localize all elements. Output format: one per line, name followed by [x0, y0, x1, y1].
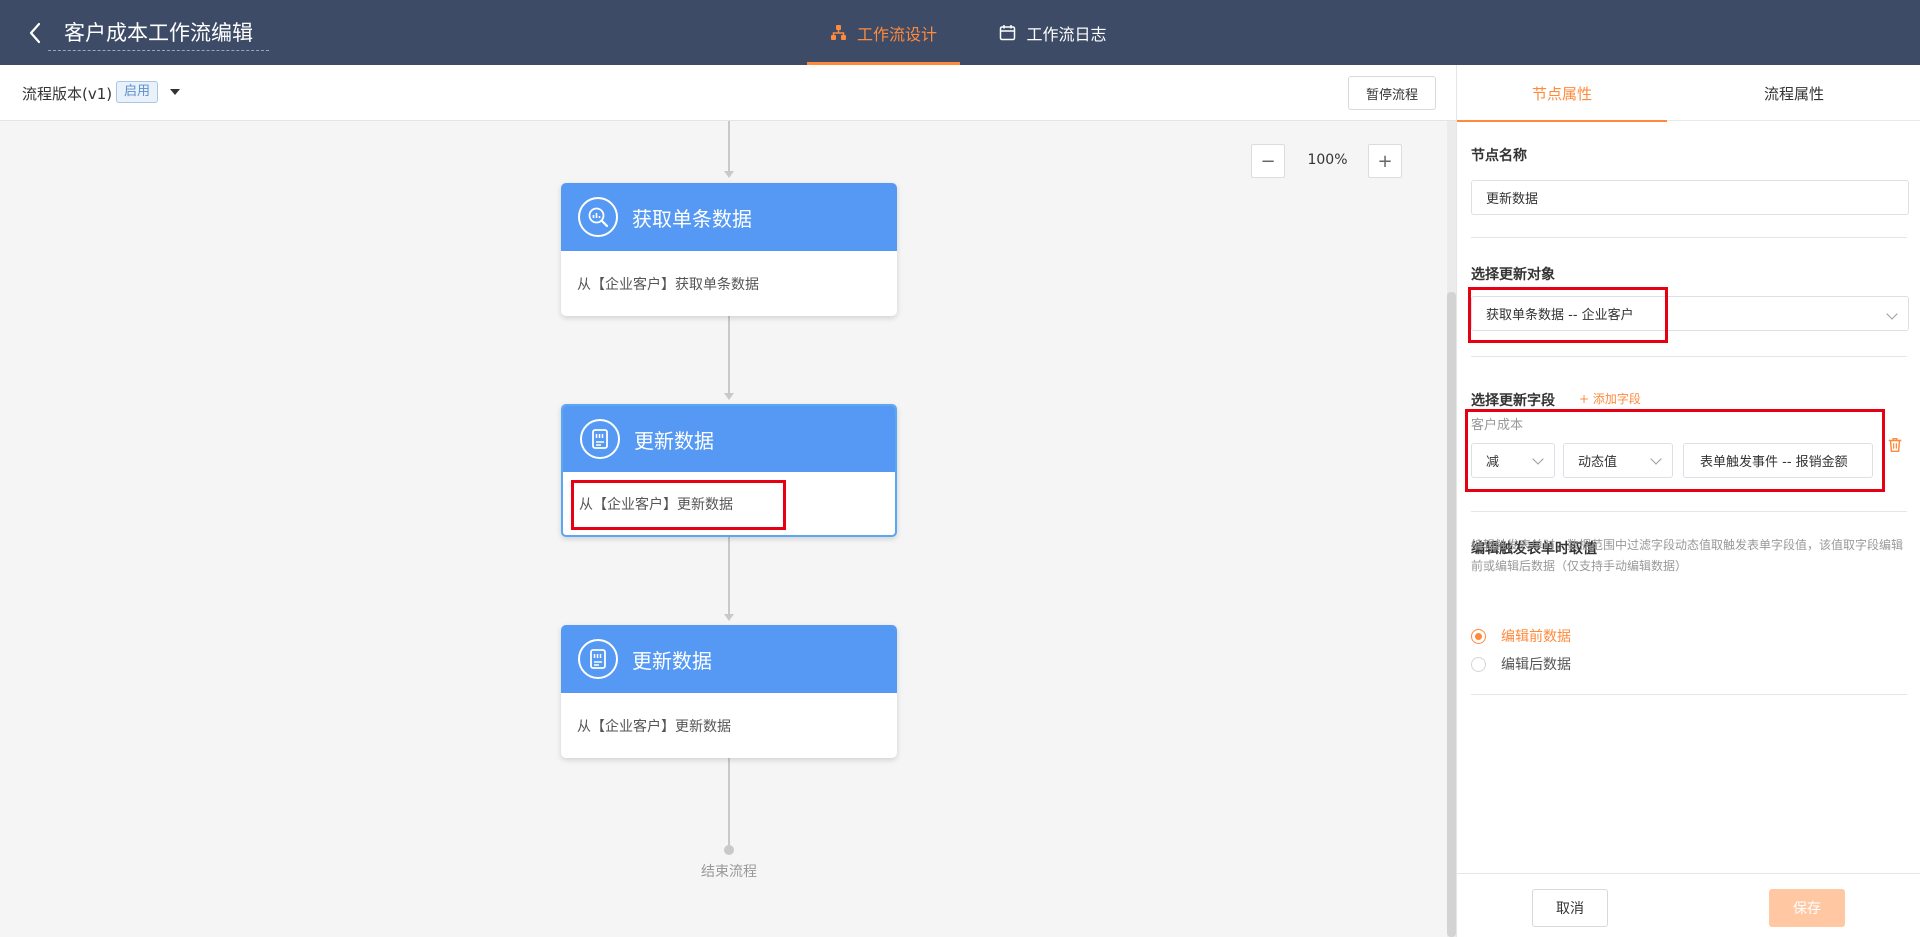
radio-before-edit[interactable]: 编辑前数据: [1471, 626, 1571, 646]
operator-value: 减: [1486, 455, 1500, 470]
edit-trigger-description: 编辑触发表单时，数据范围中过滤字段动态值取触发表单字段值，该值取字段编辑前或编辑…: [1471, 538, 1904, 573]
divider: [1471, 237, 1907, 238]
connector-line: [728, 121, 730, 173]
divider: [1471, 694, 1907, 695]
node-header: 获取单条数据: [561, 183, 897, 251]
node-header: 更新数据: [561, 625, 897, 693]
arrow-down-icon: [724, 171, 734, 178]
back-button[interactable]: [22, 18, 48, 48]
arrow-down-icon: [724, 614, 734, 621]
version-toolbar: 流程版本(v1) 启用 暂停流程: [0, 65, 1456, 121]
radio-after-edit-label: 编辑后数据: [1501, 657, 1571, 673]
zoom-out-button[interactable]: −: [1251, 144, 1285, 178]
chevron-down-icon: [1532, 453, 1544, 465]
node-title: 获取单条数据: [632, 206, 752, 231]
value-type-value: 动态值: [1578, 455, 1618, 470]
workflow-node-update-2[interactable]: 更新数据 从【企业客户】更新数据: [561, 625, 897, 758]
divider: [1471, 511, 1907, 512]
node-description: 从【企业客户】更新数据: [579, 496, 733, 513]
tab-node-properties[interactable]: 节点属性: [1457, 65, 1667, 122]
tab-flow-properties[interactable]: 流程属性: [1667, 65, 1920, 121]
connector-line: [728, 316, 730, 395]
radio-unchecked-icon: [1471, 656, 1486, 672]
version-label: 流程版本(v1): [22, 85, 113, 103]
workflow-node-get-single[interactable]: 获取单条数据 从【企业客户】获取单条数据: [561, 183, 897, 316]
tab-workflow-design[interactable]: 工作流设计: [807, 0, 960, 65]
update-data-icon: [578, 639, 618, 679]
end-dot: [724, 845, 734, 855]
update-target-value: 获取单条数据 -- 企业客户: [1486, 308, 1634, 323]
trash-icon[interactable]: [1884, 434, 1906, 456]
divider: [1471, 356, 1907, 357]
pause-workflow-button[interactable]: 暂停流程: [1348, 76, 1436, 110]
node-title: 更新数据: [634, 428, 714, 453]
tab-workflow-log[interactable]: 工作流日志: [978, 0, 1128, 65]
chevron-left-icon: [29, 22, 41, 44]
connector-line: [728, 536, 730, 616]
node-header: 更新数据: [563, 406, 895, 472]
status-badge: 启用: [116, 81, 159, 103]
workflow-node-update-1[interactable]: 更新数据 从【企业客户】更新数据: [561, 404, 897, 537]
node-description: 从【企业客户】获取单条数据: [577, 276, 759, 293]
field-name-label: 客户成本: [1471, 418, 1524, 433]
panel-tabs: 节点属性 流程属性: [1457, 65, 1920, 122]
tab-workflow-log-label: 工作流日志: [1026, 24, 1107, 44]
update-target-select[interactable]: 获取单条数据 -- 企业客户: [1471, 296, 1909, 331]
footer-divider: [1457, 873, 1920, 874]
value-source-value: 表单触发事件 -- 报销金额: [1700, 455, 1848, 470]
value-type-select[interactable]: 动态值: [1563, 443, 1673, 478]
end-flow-label: 结束流程: [701, 864, 757, 880]
update-fields-title: 选择更新字段: [1471, 393, 1555, 409]
node-name-title: 节点名称: [1471, 148, 1527, 164]
properties-panel: 节点属性 流程属性 节点名称 更新数据 选择更新对象 获取单条数据 -- 企业客…: [1456, 65, 1920, 937]
chevron-down-icon: [1886, 308, 1898, 320]
radio-before-edit-label: 编辑前数据: [1501, 629, 1571, 645]
add-field-button[interactable]: + 添加字段: [1579, 390, 1641, 407]
node-title: 更新数据: [632, 648, 712, 673]
operator-select[interactable]: 减: [1471, 443, 1555, 478]
calendar-icon: [1000, 25, 1016, 41]
update-target-title: 选择更新对象: [1471, 267, 1555, 283]
save-button[interactable]: 保存: [1769, 889, 1845, 927]
connector-line: [728, 757, 730, 847]
workflow-title[interactable]: 客户成本工作流编辑: [48, 17, 269, 51]
zoom-level: 100%: [1307, 152, 1348, 168]
arrow-down-icon: [724, 393, 734, 400]
value-source-select[interactable]: 表单触发事件 -- 报销金额: [1683, 443, 1873, 478]
caret-down-icon[interactable]: [170, 89, 180, 95]
node-description: 从【企业客户】更新数据: [577, 718, 731, 735]
search-data-icon: [578, 197, 618, 237]
cancel-button[interactable]: 取消: [1532, 889, 1608, 927]
zoom-in-button[interactable]: +: [1368, 144, 1402, 178]
chevron-down-icon: [1650, 453, 1662, 465]
node-name-input[interactable]: 更新数据: [1471, 180, 1909, 215]
tab-workflow-design-label: 工作流设计: [856, 24, 937, 44]
scrollbar-thumb[interactable]: [1447, 292, 1456, 937]
top-bar: 客户成本工作流编辑 工作流设计 工作流日志: [0, 0, 1920, 65]
workflow-canvas[interactable]: − 100% + 获取单条数据 从【企业客户】获取单条数据 更新数据 从【企业客…: [0, 121, 1447, 937]
workflow-icon: [830, 25, 846, 40]
radio-checked-icon: [1471, 628, 1486, 644]
radio-after-edit[interactable]: 编辑后数据: [1471, 654, 1571, 674]
update-data-icon: [580, 419, 620, 459]
